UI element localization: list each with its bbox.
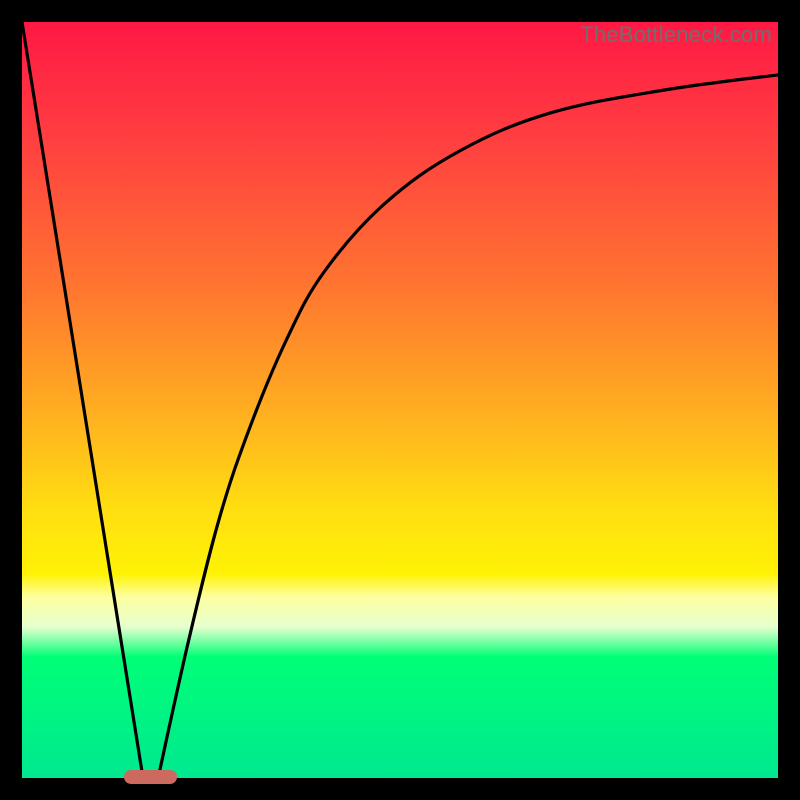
chart-frame: TheBottleneck.com bbox=[0, 0, 800, 800]
left-edge-line bbox=[22, 22, 143, 778]
plot-area: TheBottleneck.com bbox=[22, 22, 778, 778]
curve-layer bbox=[22, 22, 778, 778]
right-curve-line bbox=[158, 75, 778, 778]
minimum-marker bbox=[124, 770, 177, 784]
